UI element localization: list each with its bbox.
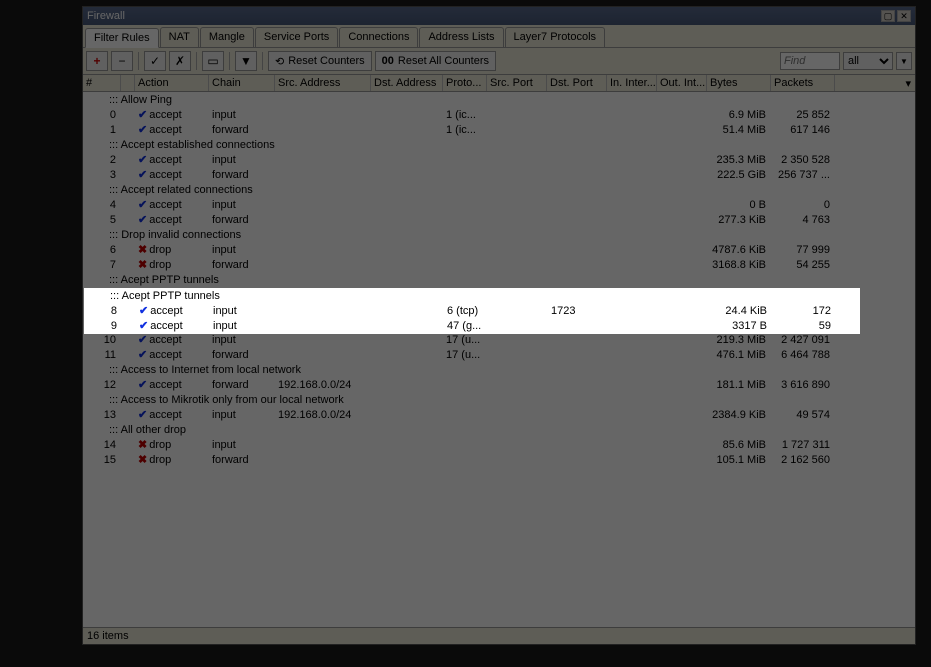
close-button[interactable]: ✕ [897, 10, 911, 22]
group-header: ::: Allow Ping [83, 92, 915, 107]
group-header: ::: Access to Internet from local networ… [83, 362, 915, 377]
col-proto[interactable]: Proto... [443, 75, 487, 91]
group-header: ::: Acept PPTP tunnels [83, 272, 915, 287]
col-bytes[interactable]: Bytes [707, 75, 771, 91]
table-row[interactable]: 15✖dropforward105.1 MiB2 162 560 [83, 452, 915, 467]
toolbar: + − ✓ ✗ ▭ ▼ ⟲ Reset Counters 00 Reset Al… [83, 48, 915, 75]
table-row[interactable]: 2✔acceptinput235.3 MiB2 350 528 [83, 152, 915, 167]
col-flag[interactable] [121, 75, 135, 91]
group-header: ::: Acept PPTP tunnels [84, 288, 860, 303]
reset-all-counters-label: Reset All Counters [398, 55, 489, 67]
accept-icon: ✔ [139, 319, 148, 332]
group-header: ::: Accept established connections [83, 137, 915, 152]
highlight-region: ::: Acept PPTP tunnels8✔acceptinput6 (tc… [84, 288, 860, 334]
table-row[interactable]: 14✖dropinput85.6 MiB1 727 311 [83, 437, 915, 452]
tab-mangle[interactable]: Mangle [200, 27, 254, 47]
table-row[interactable]: 13✔acceptinput192.168.0.0/242384.9 KiB49… [83, 407, 915, 422]
table-row[interactable]: 10✔acceptinput17 (u...219.3 MiB2 427 091 [83, 332, 915, 347]
table-row[interactable]: 9✔acceptinput47 (g...3317 B59 [84, 318, 860, 333]
statusbar: 16 items [83, 627, 915, 644]
titlebar[interactable]: Firewall ▢ ✕ [83, 7, 915, 25]
remove-button[interactable]: − [111, 51, 133, 71]
add-button[interactable]: + [86, 51, 108, 71]
group-header: ::: All other drop [83, 422, 915, 437]
table-row[interactable]: 0✔acceptinput1 (ic...6.9 MiB25 852 [83, 107, 915, 122]
table-row[interactable]: 3✔acceptforward222.5 GiB256 737 ... [83, 167, 915, 182]
col-action[interactable]: Action [135, 75, 209, 91]
accept-icon: ✔ [138, 348, 147, 361]
col-inif[interactable]: In. Inter... [607, 75, 657, 91]
group-header: ::: Drop invalid connections [83, 227, 915, 242]
filter-select[interactable]: all [843, 52, 893, 70]
accept-icon: ✔ [138, 123, 147, 136]
col-outif[interactable]: Out. Int... [657, 75, 707, 91]
reset-all-counters-button[interactable]: 00 Reset All Counters [375, 51, 496, 71]
col-num[interactable]: # [83, 75, 121, 91]
filter-button[interactable]: ▼ [235, 51, 257, 71]
table-row[interactable]: 5✔acceptforward277.3 KiB4 763 [83, 212, 915, 227]
drop-icon: ✖ [138, 258, 147, 271]
col-chain[interactable]: Chain [209, 75, 275, 91]
table-row[interactable]: 6✖dropinput4787.6 KiB77 999 [83, 242, 915, 257]
table-row[interactable]: 7✖dropforward3168.8 KiB54 255 [83, 257, 915, 272]
table-row[interactable]: 12✔acceptforward192.168.0.0/24181.1 MiB3… [83, 377, 915, 392]
table-row[interactable]: 11✔acceptforward17 (u...476.1 MiB6 464 7… [83, 347, 915, 362]
window-title: Firewall [87, 10, 125, 22]
reset-all-icon: 00 [382, 55, 394, 67]
accept-icon: ✔ [138, 408, 147, 421]
col-dst[interactable]: Dst. Address [371, 75, 443, 91]
tab-filter-rules[interactable]: Filter Rules [85, 28, 159, 48]
group-header: ::: Access to Mikrotik only from our loc… [83, 392, 915, 407]
item-count: 16 items [87, 630, 129, 642]
reset-counters-label: Reset Counters [288, 55, 364, 67]
accept-icon: ✔ [138, 153, 147, 166]
table-row[interactable]: 8✔acceptinput6 (tcp)172324.4 KiB172 [84, 303, 860, 318]
table-row[interactable]: 4✔acceptinput0 B0 [83, 197, 915, 212]
enable-button[interactable]: ✓ [144, 51, 166, 71]
drop-icon: ✖ [138, 438, 147, 451]
accept-icon: ✔ [138, 108, 147, 121]
accept-icon: ✔ [138, 333, 147, 346]
disable-button[interactable]: ✗ [169, 51, 191, 71]
accept-icon: ✔ [138, 213, 147, 226]
tabs: Filter RulesNATMangleService PortsConnec… [83, 25, 915, 48]
tab-connections[interactable]: Connections [339, 27, 418, 47]
col-src[interactable]: Src. Address [275, 75, 371, 91]
tab-nat[interactable]: NAT [160, 27, 199, 47]
drop-icon: ✖ [138, 453, 147, 466]
accept-icon: ✔ [138, 168, 147, 181]
comment-button[interactable]: ▭ [202, 51, 224, 71]
tab-service-ports[interactable]: Service Ports [255, 27, 338, 47]
col-dport[interactable]: Dst. Port [547, 75, 607, 91]
find-input[interactable] [780, 52, 840, 70]
rule-grid: # Action Chain Src. Address Dst. Address… [83, 75, 915, 627]
filter-dropdown-button[interactable]: ▼ [896, 52, 912, 70]
group-header: ::: Accept related connections [83, 182, 915, 197]
table-row[interactable]: 1✔acceptforward1 (ic...51.4 MiB617 146 [83, 122, 915, 137]
tab-address-lists[interactable]: Address Lists [419, 27, 503, 47]
col-menu[interactable]: ▾ [835, 75, 915, 91]
accept-icon: ✔ [139, 304, 148, 317]
col-sport[interactable]: Src. Port [487, 75, 547, 91]
reset-counters-button[interactable]: ⟲ Reset Counters [268, 51, 372, 71]
minimize-button[interactable]: ▢ [881, 10, 895, 22]
col-pkts[interactable]: Packets [771, 75, 835, 91]
grid-header: # Action Chain Src. Address Dst. Address… [83, 75, 915, 92]
accept-icon: ✔ [138, 198, 147, 211]
accept-icon: ✔ [138, 378, 147, 391]
reset-icon: ⟲ [275, 55, 284, 68]
tab-layer7-protocols[interactable]: Layer7 Protocols [505, 27, 606, 47]
drop-icon: ✖ [138, 243, 147, 256]
